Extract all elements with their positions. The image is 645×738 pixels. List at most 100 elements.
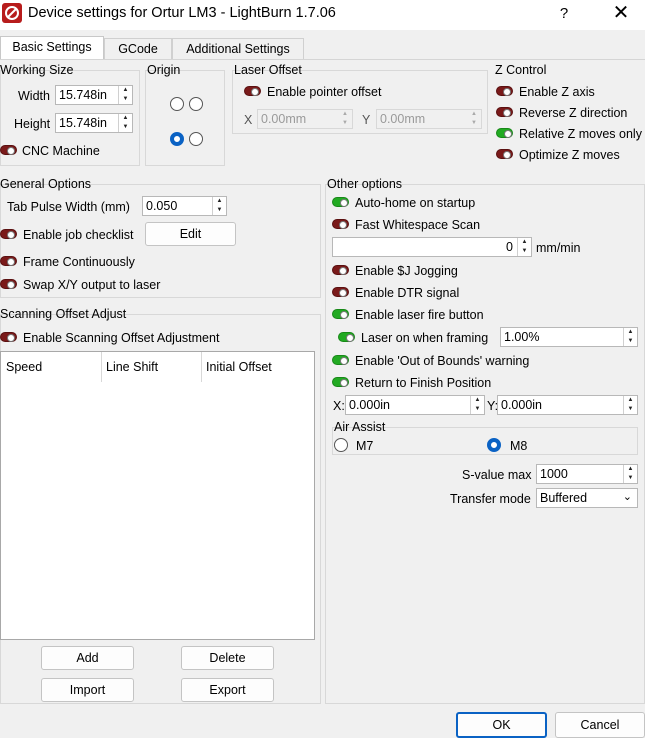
origin-top-left-radio[interactable]	[170, 97, 184, 111]
column-header-initial-offset[interactable]: Initial Offset	[201, 352, 314, 382]
fast-whitespace-label: Fast Whitespace Scan	[355, 218, 481, 232]
svalue-max-value: 1000	[540, 467, 568, 481]
origin-bottom-left-radio[interactable]	[170, 132, 184, 146]
relative-z-toggle[interactable]	[496, 128, 513, 138]
job-checklist-toggle[interactable]	[0, 229, 17, 239]
laser-fire-label: Enable laser fire button	[355, 308, 484, 322]
cnc-machine-label: CNC Machine	[22, 144, 100, 158]
spin-down-icon[interactable]: ▼	[213, 206, 226, 215]
cancel-button[interactable]: Cancel	[555, 712, 645, 738]
delete-button[interactable]: Delete	[181, 646, 274, 670]
laser-framing-toggle[interactable]	[338, 332, 355, 342]
reverse-z-toggle[interactable]	[496, 107, 513, 117]
out-of-bounds-label: Enable 'Out of Bounds' warning	[355, 354, 530, 368]
spin-up-icon[interactable]: ▲	[471, 396, 484, 405]
dtr-signal-toggle[interactable]	[332, 287, 349, 297]
pointer-offset-toggle[interactable]	[244, 86, 261, 96]
spin-down-icon[interactable]: ▼	[518, 247, 531, 256]
transfer-mode-select[interactable]: Buffered ⌄	[536, 488, 638, 508]
optimize-z-toggle[interactable]	[496, 149, 513, 159]
spin-up-icon[interactable]: ▲	[624, 465, 637, 474]
export-button[interactable]: Export	[181, 678, 274, 702]
laser-framing-label: Laser on when framing	[361, 331, 489, 345]
window-title: Device settings for Ortur LM3 - LightBur…	[28, 5, 336, 21]
spin-up-icon[interactable]: ▲	[518, 238, 531, 247]
spin-down-icon[interactable]: ▼	[624, 337, 637, 346]
tab-additional-settings[interactable]: Additional Settings	[172, 38, 304, 60]
enable-z-axis-label: Enable Z axis	[519, 85, 595, 99]
spin-down-icon[interactable]: ▼	[119, 95, 132, 104]
origin-title: Origin	[147, 63, 181, 77]
spin-up-icon[interactable]: ▲	[119, 114, 132, 123]
frame-continuously-toggle[interactable]	[0, 256, 17, 266]
scanning-offset-toggle[interactable]	[0, 332, 17, 342]
offset-y-value: 0.00mm	[380, 112, 426, 126]
svalue-max-spinbox[interactable]: 1000 ▲ ▼	[536, 464, 638, 484]
spin-down-icon[interactable]: ▼	[467, 119, 481, 128]
add-button[interactable]: Add	[41, 646, 134, 670]
import-button[interactable]: Import	[41, 678, 134, 702]
origin-top-right-radio[interactable]	[189, 97, 203, 111]
jogging-toggle[interactable]	[332, 265, 349, 275]
swap-xy-toggle[interactable]	[0, 279, 17, 289]
tab-basic-settings[interactable]: Basic Settings	[0, 36, 104, 60]
spin-down-icon[interactable]: ▼	[624, 405, 637, 414]
offset-y-label: Y	[362, 113, 371, 127]
air-assist-m8-radio[interactable]	[487, 438, 501, 452]
z-control-title: Z Control	[495, 63, 547, 77]
laser-framing-spinbox[interactable]: 1.00% ▲ ▼	[500, 327, 638, 347]
job-checklist-label: Enable job checklist	[23, 228, 134, 242]
origin-group	[145, 70, 225, 166]
spin-up-icon[interactable]: ▲	[624, 328, 637, 337]
offset-x-spinbox[interactable]: 0.00mm ▲ ▼	[257, 109, 353, 129]
fast-whitespace-toggle[interactable]	[332, 219, 349, 229]
help-button[interactable]: ?	[549, 3, 579, 25]
height-spinbox[interactable]: 15.748in ▲ ▼	[55, 113, 133, 133]
scanning-offset-title: Scanning Offset Adjust	[0, 307, 127, 321]
origin-bottom-right-radio[interactable]	[189, 132, 203, 146]
spin-down-icon[interactable]: ▼	[338, 119, 352, 128]
pointer-offset-label: Enable pointer offset	[267, 85, 382, 99]
ok-button[interactable]: OK	[456, 712, 547, 738]
tab-pulse-spinbox[interactable]: 0.050 ▲ ▼	[142, 196, 227, 216]
spin-down-icon[interactable]: ▼	[119, 123, 132, 132]
offset-x-label: X	[244, 113, 253, 127]
height-spin-arrows[interactable]: ▲ ▼	[118, 114, 132, 132]
spin-up-icon[interactable]: ▲	[467, 110, 481, 119]
chevron-down-icon[interactable]: ⌄	[623, 490, 632, 503]
width-spinbox[interactable]: 15.748in ▲ ▼	[55, 85, 133, 105]
scanning-offset-table[interactable]: Speed Line Shift Initial Offset	[0, 351, 315, 640]
spin-up-icon[interactable]: ▲	[213, 197, 226, 206]
edit-checklist-button[interactable]: Edit	[145, 222, 236, 246]
out-of-bounds-toggle[interactable]	[332, 355, 349, 365]
jogging-label: Enable $J Jogging	[355, 264, 458, 278]
column-header-line-shift[interactable]: Line Shift	[101, 352, 201, 382]
spin-up-icon[interactable]: ▲	[119, 86, 132, 95]
auto-home-label: Auto-home on startup	[355, 196, 476, 210]
cnc-machine-toggle[interactable]	[0, 145, 17, 155]
transfer-mode-value: Buffered	[540, 491, 588, 505]
close-button[interactable]: ✕	[603, 2, 639, 26]
height-value: 15.748in	[59, 116, 107, 130]
laser-fire-toggle[interactable]	[332, 309, 349, 319]
fast-whitespace-spinbox[interactable]: 0 ▲ ▼	[332, 237, 532, 257]
spin-up-icon[interactable]: ▲	[338, 110, 352, 119]
tab-pulse-label: Tab Pulse Width (mm)	[7, 200, 130, 214]
tab-gcode[interactable]: GCode	[104, 38, 172, 60]
offset-y-spinbox[interactable]: 0.00mm ▲ ▼	[376, 109, 482, 129]
spin-down-icon[interactable]: ▼	[471, 405, 484, 414]
air-assist-m7-radio[interactable]	[334, 438, 348, 452]
tab-pulse-value: 0.050	[146, 199, 178, 213]
spin-down-icon[interactable]: ▼	[624, 474, 637, 483]
width-spin-arrows[interactable]: ▲ ▼	[118, 86, 132, 104]
air-assist-title: Air Assist	[334, 420, 386, 434]
auto-home-toggle[interactable]	[332, 197, 349, 207]
finish-y-spinbox[interactable]: 0.000in ▲ ▼	[497, 395, 638, 415]
return-finish-toggle[interactable]	[332, 377, 349, 387]
enable-z-axis-toggle[interactable]	[496, 86, 513, 96]
finish-x-spinbox[interactable]: 0.000in ▲ ▼	[345, 395, 485, 415]
spin-up-icon[interactable]: ▲	[624, 396, 637, 405]
scanning-offset-label: Enable Scanning Offset Adjustment	[23, 331, 220, 345]
optimize-z-label: Optimize Z moves	[519, 148, 620, 162]
column-header-speed[interactable]: Speed	[1, 352, 101, 382]
